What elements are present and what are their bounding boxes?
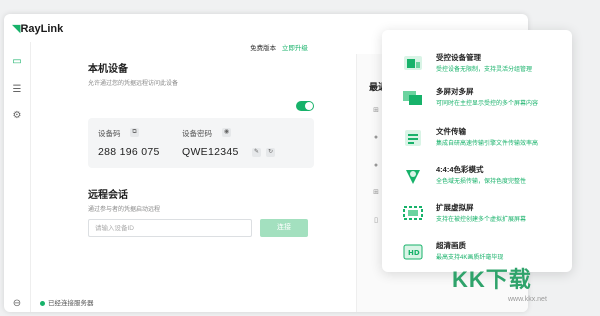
sidebar: ▭ ☰ ⚙ ⊖ <box>4 42 31 312</box>
file-transfer-icon <box>402 128 424 148</box>
remote-session-subtitle: 通过参与者的凭据启动远程 <box>88 207 161 213</box>
features-popover: 受控设备管理受控设备无限制，支持灵活分组管理 多屏对多屏可同时在主控显示受控的多个… <box>382 30 572 272</box>
remote-session-title: 远程会话 <box>88 190 128 201</box>
list-icon[interactable]: ☰ <box>11 84 23 96</box>
settings-icon[interactable]: ⚙ <box>11 110 23 122</box>
feature-desc: 全色域无损传输，保持色度完整性 <box>436 179 527 185</box>
device-credentials-card: 设备码 ⧉ 288 196 075 设备密码 ◉ QWE12345 ✎ ↻ <box>88 118 314 168</box>
virtual-screen-icon <box>402 204 424 224</box>
device-code-label: 设备码 <box>98 129 121 138</box>
feature-item: 受控设备管理受控设备无限制，支持灵活分组管理 <box>402 52 567 76</box>
upgrade-link[interactable]: 立即升级 <box>282 45 308 52</box>
eye-icon[interactable]: ◉ <box>222 128 231 137</box>
local-device-section: 本机设备 允许通过您的凭据远程访问此设备 <box>88 60 314 87</box>
feature-desc: 受控设备无限制，支持灵活分组管理 <box>436 67 533 73</box>
feature-item: 4:4:4色彩模式全色域无损传输，保持色度完整性 <box>402 164 567 188</box>
refresh-icon[interactable]: ↻ <box>266 148 275 157</box>
feature-title: 4:4:4色彩模式 <box>436 165 484 174</box>
local-device-subtitle: 允许通过您的凭据远程访问此设备 <box>88 81 179 87</box>
minus-circle-icon[interactable]: ⊖ <box>11 298 23 310</box>
windows-icon[interactable]: ⊞ <box>371 188 381 198</box>
feature-desc: 最高支持4K画质纤毫毕现 <box>436 255 504 261</box>
feature-title: 扩展虚拟屏 <box>436 203 474 212</box>
watermark-logo: KK下载 <box>452 267 532 292</box>
feature-item: 多屏对多屏可同时在主控显示受控的多个屏幕内容 <box>402 86 567 110</box>
local-device-title: 本机设备 <box>88 64 128 75</box>
remote-session-section: 远程会话 通过参与者的凭据启动远程 <box>88 186 314 213</box>
watermark-url: www.kkx.net <box>508 296 547 303</box>
connect-button[interactable]: 连接 <box>260 219 308 237</box>
version-label: 免费版本 <box>250 45 277 52</box>
color-mode-icon <box>402 166 424 186</box>
monitor-icon[interactable]: ▭ <box>11 56 23 68</box>
status-dot <box>40 300 45 306</box>
feature-title: 超清画质 <box>436 241 466 250</box>
edit-icon[interactable]: ✎ <box>252 148 261 157</box>
multi-screen-icon <box>402 88 424 108</box>
device-password-label: 设备密码 <box>182 129 212 138</box>
hd-icon: HD <box>402 242 424 262</box>
device-manage-icon <box>402 54 424 74</box>
raylink-logo: ◥RayLink <box>12 23 64 35</box>
remote-access-toggle[interactable] <box>296 101 314 111</box>
apple-icon[interactable]: ● <box>371 162 381 172</box>
windows-icon[interactable]: ⊞ <box>371 106 381 116</box>
feature-item: HD 超清画质最高支持4K画质纤毫毕现 <box>402 240 567 264</box>
feature-desc: 支持在被控创建多个虚拟扩展屏幕 <box>436 217 527 223</box>
feature-item: 扩展虚拟屏支持在被控创建多个虚拟扩展屏幕 <box>402 202 567 226</box>
feature-title: 文件传输 <box>436 127 466 136</box>
connection-status: 已经连接服务器 <box>40 297 94 307</box>
device-id-input[interactable]: 请输入设备ID <box>88 219 252 237</box>
apple-icon[interactable]: ● <box>371 134 381 144</box>
feature-desc: 集成自研高速传输引擎文件传输效率高 <box>436 141 539 147</box>
mobile-icon[interactable]: ▯ <box>371 216 381 226</box>
device-password-value: QWE12345 <box>182 146 239 158</box>
svg-text:HD: HD <box>408 249 420 257</box>
device-code-value: 288 196 075 <box>98 146 160 158</box>
feature-title: 受控设备管理 <box>436 53 481 62</box>
feature-desc: 可同时在主控显示受控的多个屏幕内容 <box>436 101 539 107</box>
copy-icon[interactable]: ⧉ <box>130 128 139 137</box>
feature-title: 多屏对多屏 <box>436 87 474 96</box>
feature-item: 文件传输集成自研高速传输引擎文件传输效率高 <box>402 126 567 150</box>
